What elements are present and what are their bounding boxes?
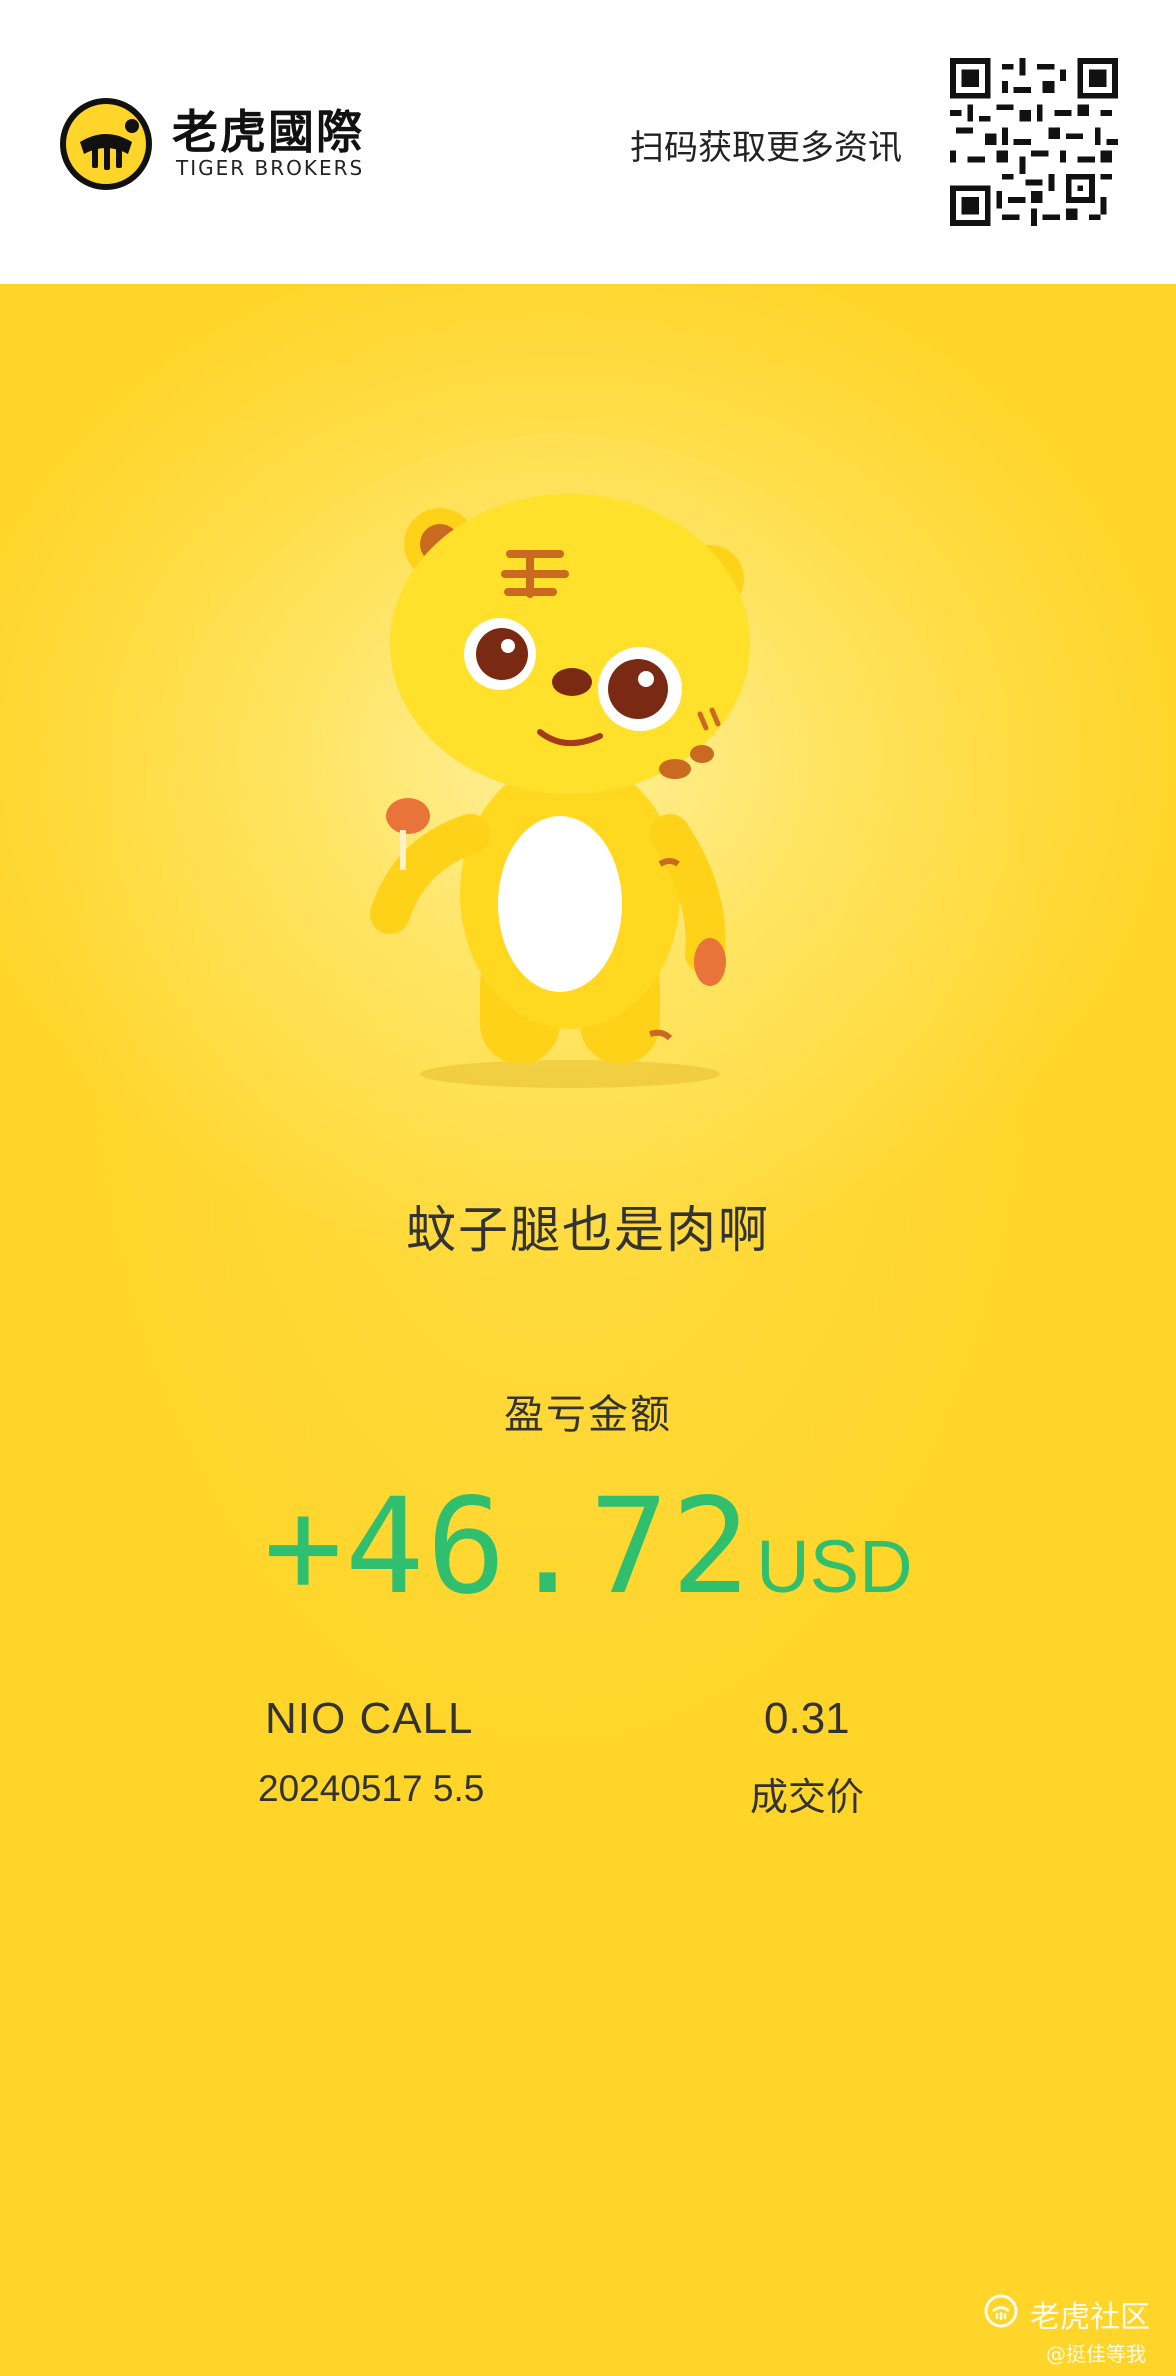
- pnl-amount: +46.72USD: [0, 1470, 1176, 1624]
- qr-code-icon[interactable]: [950, 58, 1118, 226]
- share-header: 老虎國際 TIGER BROKERS 扫码获取更多资讯: [0, 0, 1176, 284]
- brand-name-en: TIGER BROKERS: [176, 156, 365, 180]
- tiger-logo-icon: [60, 98, 152, 190]
- scan-prompt: 扫码获取更多资讯: [630, 128, 902, 168]
- option-contract: 20240517 5.5: [258, 1768, 485, 1809]
- fill-price-label: 成交价: [750, 1775, 865, 1819]
- fill-price: 0.31: [764, 1694, 850, 1743]
- pnl-label: 盈亏金额: [504, 1392, 672, 1438]
- pnl-value: +46.72: [263, 1470, 753, 1624]
- watermark-user: @挺佳等我: [1046, 2342, 1146, 2366]
- pnl-share-card: 蚊子腿也是肉啊 盈亏金额 +46.72USD NIO CALL 20240517…: [0, 284, 1176, 2376]
- brand-name-cn: 老虎國際: [172, 105, 364, 159]
- option-symbol: NIO CALL: [265, 1694, 474, 1743]
- watermark-text: 老虎社区: [1030, 2300, 1150, 2335]
- tiger-community-icon: [984, 2294, 1018, 2328]
- share-caption: 蚊子腿也是肉啊: [406, 1201, 770, 1259]
- pnl-currency: USD: [756, 1525, 913, 1608]
- tiger-mascot-icon: [370, 494, 750, 1088]
